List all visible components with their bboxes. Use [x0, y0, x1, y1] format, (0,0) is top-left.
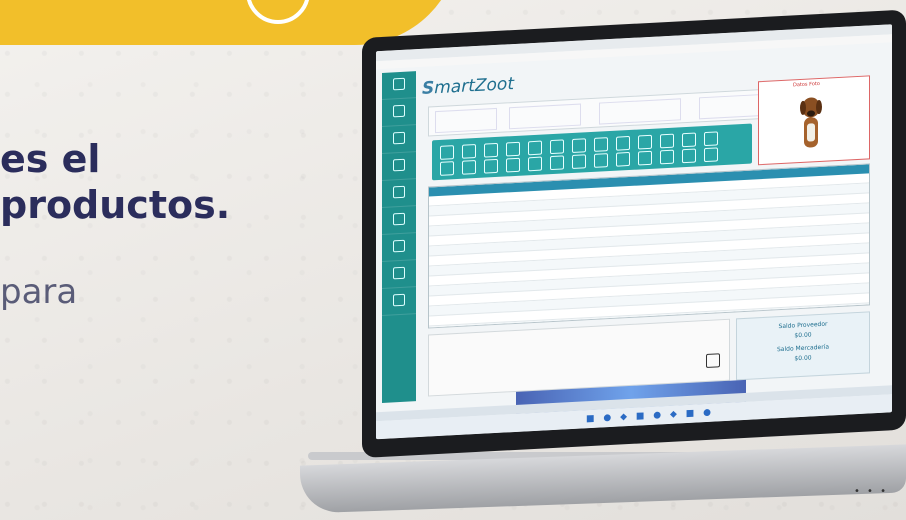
- filter-field[interactable]: [599, 98, 681, 125]
- sidebar-item[interactable]: [382, 233, 416, 262]
- sidebar-item[interactable]: [382, 260, 416, 289]
- toolbar-button[interactable]: [550, 139, 564, 155]
- toolbar-button[interactable]: [660, 149, 674, 165]
- toolbar-button[interactable]: [704, 147, 718, 163]
- toolbar-button[interactable]: [572, 138, 586, 153]
- toolbar-button[interactable]: [440, 161, 454, 176]
- toolbar-button[interactable]: [660, 133, 674, 149]
- toolbar-button[interactable]: [528, 156, 542, 172]
- toolbar-button[interactable]: [616, 135, 630, 151]
- toolbar-button[interactable]: [594, 137, 608, 152]
- pet-photo-panel: Datos Foto: [758, 75, 870, 166]
- filter-field[interactable]: [699, 94, 761, 120]
- app-logo: SmartZoot: [422, 74, 514, 99]
- pet-photo-title: Datos Foto: [793, 81, 820, 89]
- sidebar-icon: [393, 266, 405, 280]
- sidebar-icon: [393, 104, 405, 118]
- toolbar-button[interactable]: [572, 154, 586, 169]
- toolbar-button[interactable]: [462, 160, 476, 175]
- toolbar-button[interactable]: [462, 144, 476, 159]
- headline-line-1: es el: [0, 137, 101, 181]
- toolbar-button[interactable]: [616, 151, 630, 167]
- laptop: • • • SmartZoot Datos Foto Saldo Proveed…: [300, 0, 906, 520]
- laptop-indicator-lights: • • •: [853, 486, 888, 497]
- sidebar-icon: [393, 77, 405, 91]
- toolbar-button[interactable]: [682, 132, 696, 148]
- print-icon[interactable]: [706, 353, 720, 368]
- sidebar-icon: [393, 158, 405, 172]
- toolbar-button[interactable]: [484, 142, 498, 158]
- toolbar-button[interactable]: [550, 155, 564, 171]
- sidebar-item[interactable]: [382, 287, 416, 316]
- sidebar-icon: [393, 185, 405, 199]
- sidebar-item[interactable]: [382, 98, 416, 127]
- filter-field[interactable]: [435, 107, 497, 134]
- laptop-lid: SmartZoot Datos Foto Saldo Proveedor $0.…: [362, 9, 906, 458]
- toolbar-button[interactable]: [440, 145, 454, 160]
- sidebar-item[interactable]: [382, 71, 416, 100]
- totals-panel: Saldo Proveedor $0.00 Saldo Mercadería $…: [736, 311, 870, 381]
- toolbar-button[interactable]: [704, 131, 718, 147]
- headline-subline: para: [0, 272, 78, 312]
- sidebar-item[interactable]: [382, 125, 416, 154]
- sidebar-icon: [393, 239, 405, 253]
- filter-field[interactable]: [509, 103, 581, 130]
- taskbar-icons[interactable]: ■ ● ◆ ■ ● ◆ ■ ●: [586, 408, 714, 425]
- toolbar-button[interactable]: [638, 134, 652, 150]
- sidebar-icon: [393, 212, 405, 226]
- toolbar-button[interactable]: [528, 140, 542, 156]
- sidebar-icon: [393, 131, 405, 145]
- sidebar-item[interactable]: [382, 152, 416, 181]
- toolbar-button[interactable]: [682, 148, 696, 164]
- headline-line-2: productos.: [0, 183, 231, 227]
- sidebar-item[interactable]: [382, 179, 416, 208]
- toolbar-button[interactable]: [506, 157, 520, 173]
- dog-photo-icon: [800, 97, 822, 148]
- toolbar-button[interactable]: [484, 158, 498, 174]
- products-table[interactable]: [428, 163, 870, 329]
- toolbar-button[interactable]: [506, 141, 520, 157]
- sidebar-icon: [393, 293, 405, 307]
- sidebar-item[interactable]: [382, 206, 416, 235]
- laptop-screen: SmartZoot Datos Foto Saldo Proveedor $0.…: [376, 24, 892, 440]
- toolbar-button[interactable]: [638, 150, 652, 166]
- toolbar-button[interactable]: [594, 153, 608, 168]
- app-sidebar[interactable]: [382, 71, 416, 403]
